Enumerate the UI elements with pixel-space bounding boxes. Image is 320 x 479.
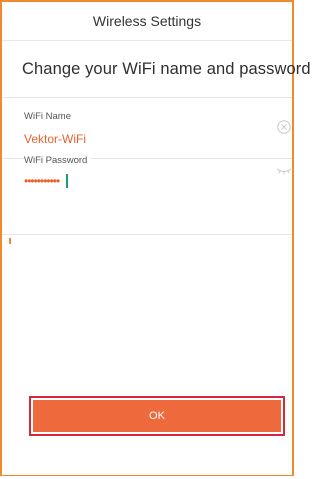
wifi-password-label: WiFi Password <box>24 155 92 166</box>
divider <box>2 97 292 98</box>
ok-button[interactable]: OK <box>33 400 281 432</box>
eye-closed-icon[interactable] <box>276 166 292 176</box>
top-bar: Wireless Settings <box>2 2 292 41</box>
page-title: Wireless Settings <box>92 13 202 29</box>
wifi-name-label: WiFi Name <box>24 111 71 122</box>
divider <box>2 234 292 235</box>
section-heading: Change your WiFi name and password <box>22 60 311 78</box>
edge-mark <box>9 238 11 244</box>
wifi-password-input[interactable]: ••••••••••• <box>24 175 60 187</box>
ok-button-highlight: OK <box>29 396 285 436</box>
text-cursor <box>66 174 68 188</box>
clear-icon[interactable] <box>277 120 291 134</box>
wifi-name-input[interactable]: Vektor-WiFi <box>24 132 86 146</box>
